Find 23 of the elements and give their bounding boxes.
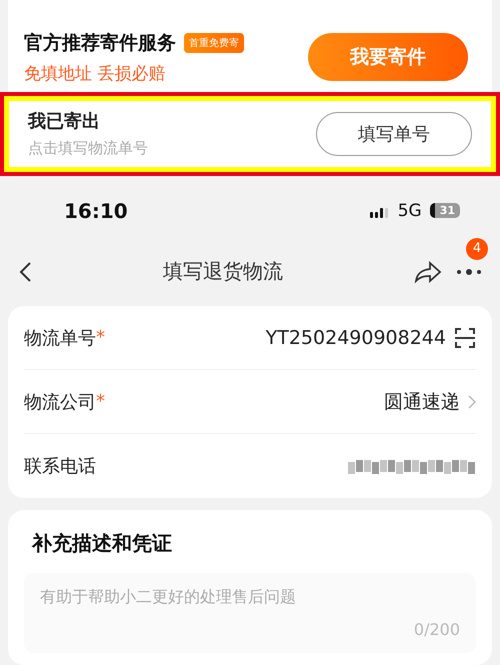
field-label: 物流公司: [24, 390, 96, 414]
scan-icon[interactable]: [454, 326, 476, 348]
shipped-hint: 点击填写物流单号: [28, 139, 148, 158]
courier-value[interactable]: 圆通速递: [384, 388, 460, 414]
notification-badge: 4: [466, 238, 488, 260]
promo-subtitle: 免填地址 丢损必赔: [24, 62, 166, 84]
more-icon[interactable]: [456, 268, 482, 276]
field-label: 物流单号: [24, 326, 96, 350]
section-title: 补充描述和凭证: [30, 530, 173, 557]
status-time: 16:10: [64, 198, 128, 223]
required-mark: *: [96, 391, 105, 412]
shipped-title: 我已寄出: [28, 110, 101, 134]
battery-level: 31: [430, 203, 460, 218]
fill-tracking-button[interactable]: 填写单号: [316, 112, 472, 156]
tracking-number[interactable]: YT2502490908244: [266, 326, 446, 348]
promo-title: 官方推荐寄件服务: [24, 30, 176, 56]
free-shipping-badge: 首重免费寄: [184, 32, 244, 52]
page-title: 填写退货物流: [163, 258, 283, 286]
back-icon[interactable]: [18, 260, 32, 283]
required-mark: *: [96, 327, 105, 348]
share-icon[interactable]: [414, 260, 442, 284]
network-label: 5G: [398, 200, 422, 221]
field-label: 联系电话: [24, 455, 96, 478]
